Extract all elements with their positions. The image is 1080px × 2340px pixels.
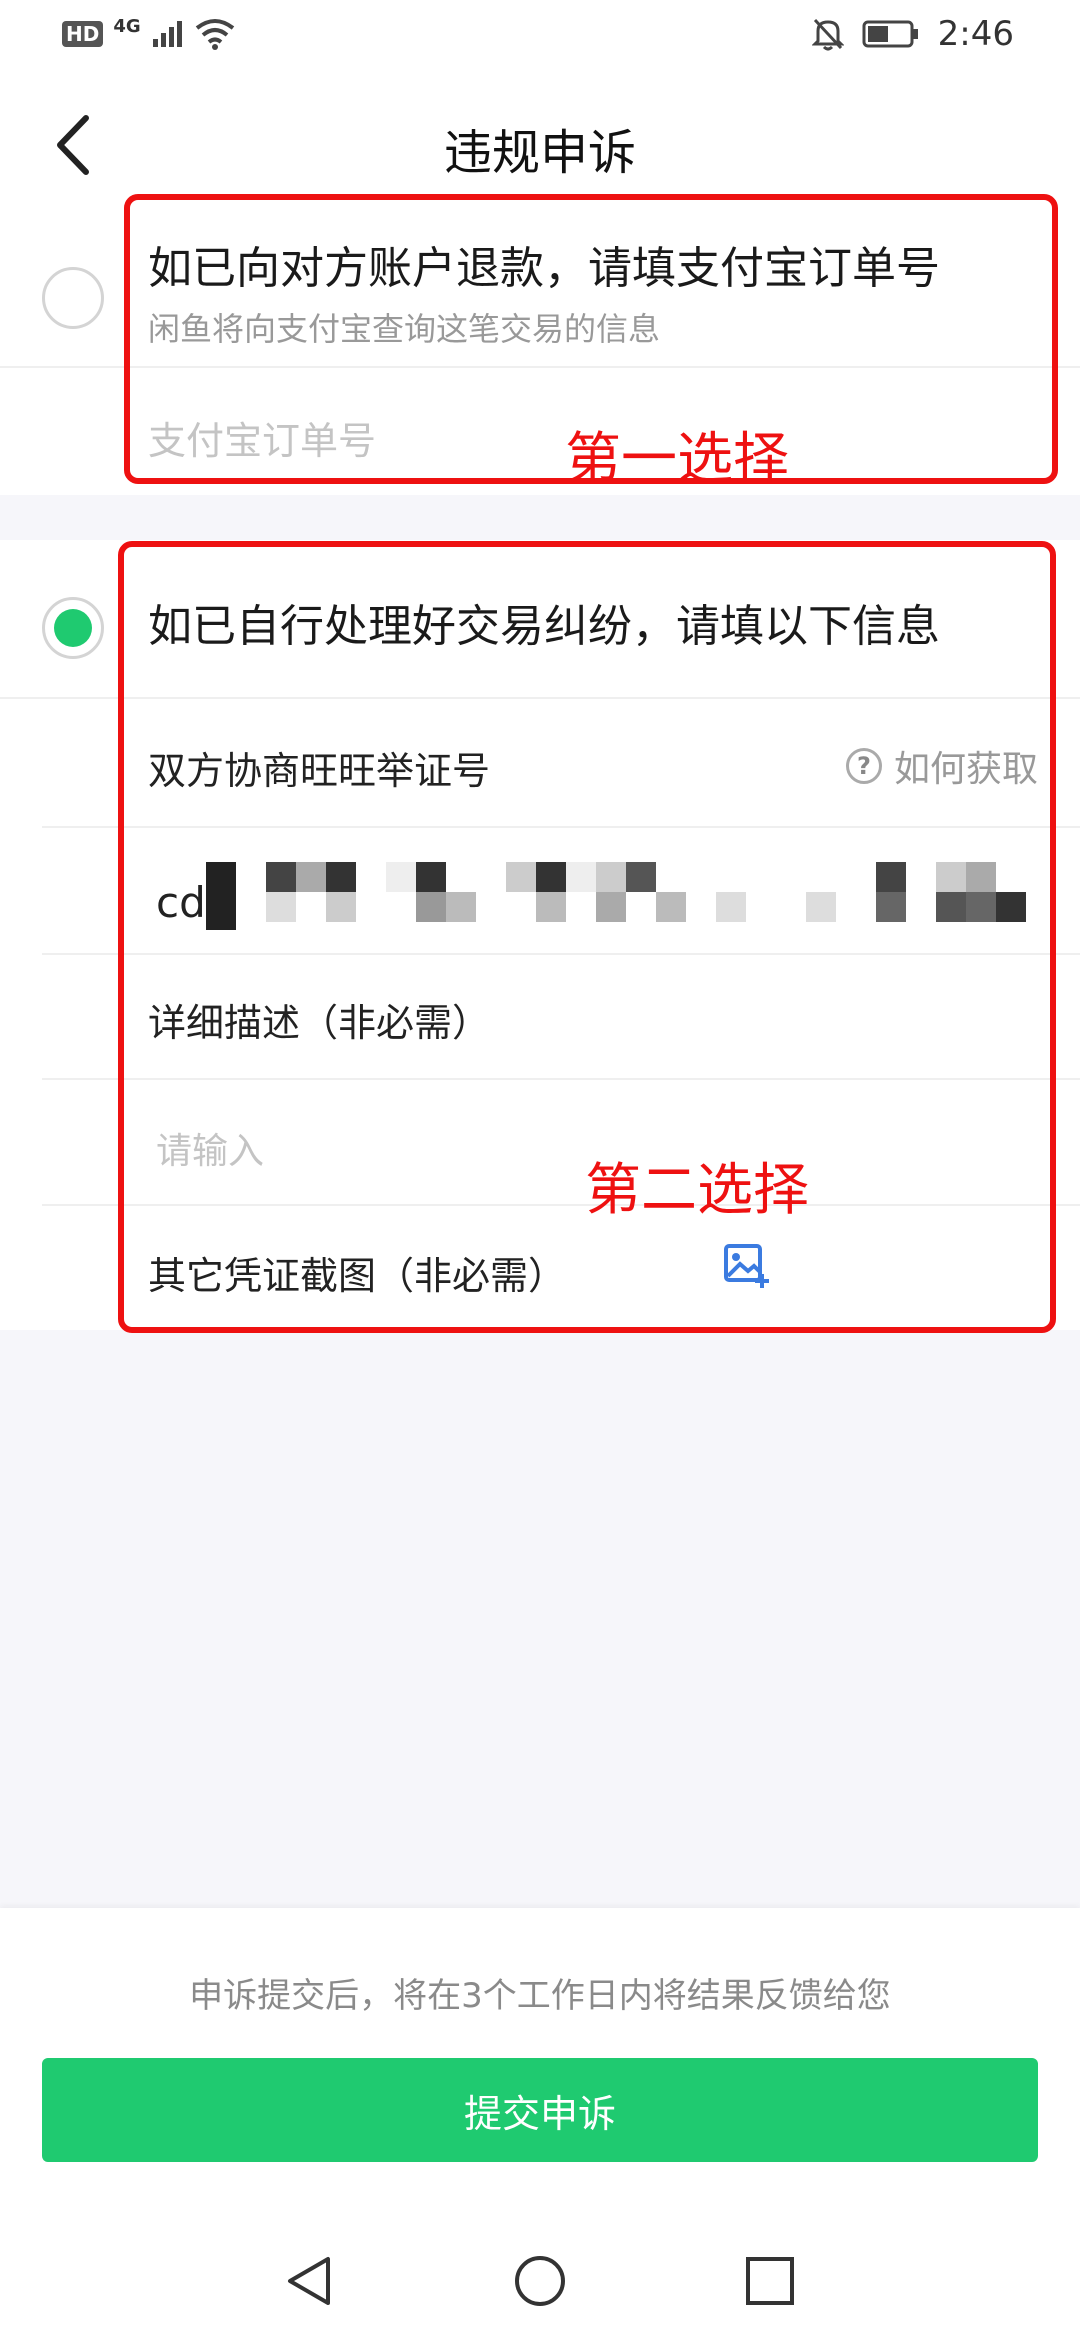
option2-radio[interactable] <box>42 597 104 659</box>
square-recent-icon <box>746 2257 794 2305</box>
header: 违规申诉 <box>0 75 1080 210</box>
status-right: 2:46 <box>811 14 1014 54</box>
status-left: HD 4G <box>62 15 235 50</box>
annotation-label-option2: 第二选择 <box>585 1158 809 1223</box>
annotation-label-option1: 第一选择 <box>565 427 789 492</box>
status-bar: HD 4G 2:46 <box>0 0 1080 75</box>
signal-icon <box>152 21 182 47</box>
nav-home-button[interactable] <box>512 2253 568 2309</box>
footer-panel: 申诉提交后，将在3个工作日内将结果反馈给您 提交申诉 <box>0 1908 1080 2223</box>
system-nav-bar <box>0 2223 1080 2340</box>
circle-home-icon <box>515 2256 565 2306</box>
nav-back-button[interactable] <box>282 2253 338 2309</box>
status-time: 2:46 <box>937 14 1014 54</box>
wifi-icon <box>195 19 234 50</box>
hd-badge: HD <box>62 21 104 47</box>
option1-radio[interactable] <box>42 267 104 329</box>
submit-notice: 申诉提交后，将在3个工作日内将结果反馈给您 <box>189 1976 891 2016</box>
bell-off-icon <box>811 18 844 51</box>
triangle-back-icon <box>288 2257 330 2305</box>
battery-icon <box>862 20 918 48</box>
page-title: 违规申诉 <box>443 125 636 181</box>
network-type: 4G <box>113 15 141 37</box>
nav-recent-button[interactable] <box>742 2253 798 2309</box>
submit-appeal-button[interactable]: 提交申诉 <box>42 2058 1038 2162</box>
